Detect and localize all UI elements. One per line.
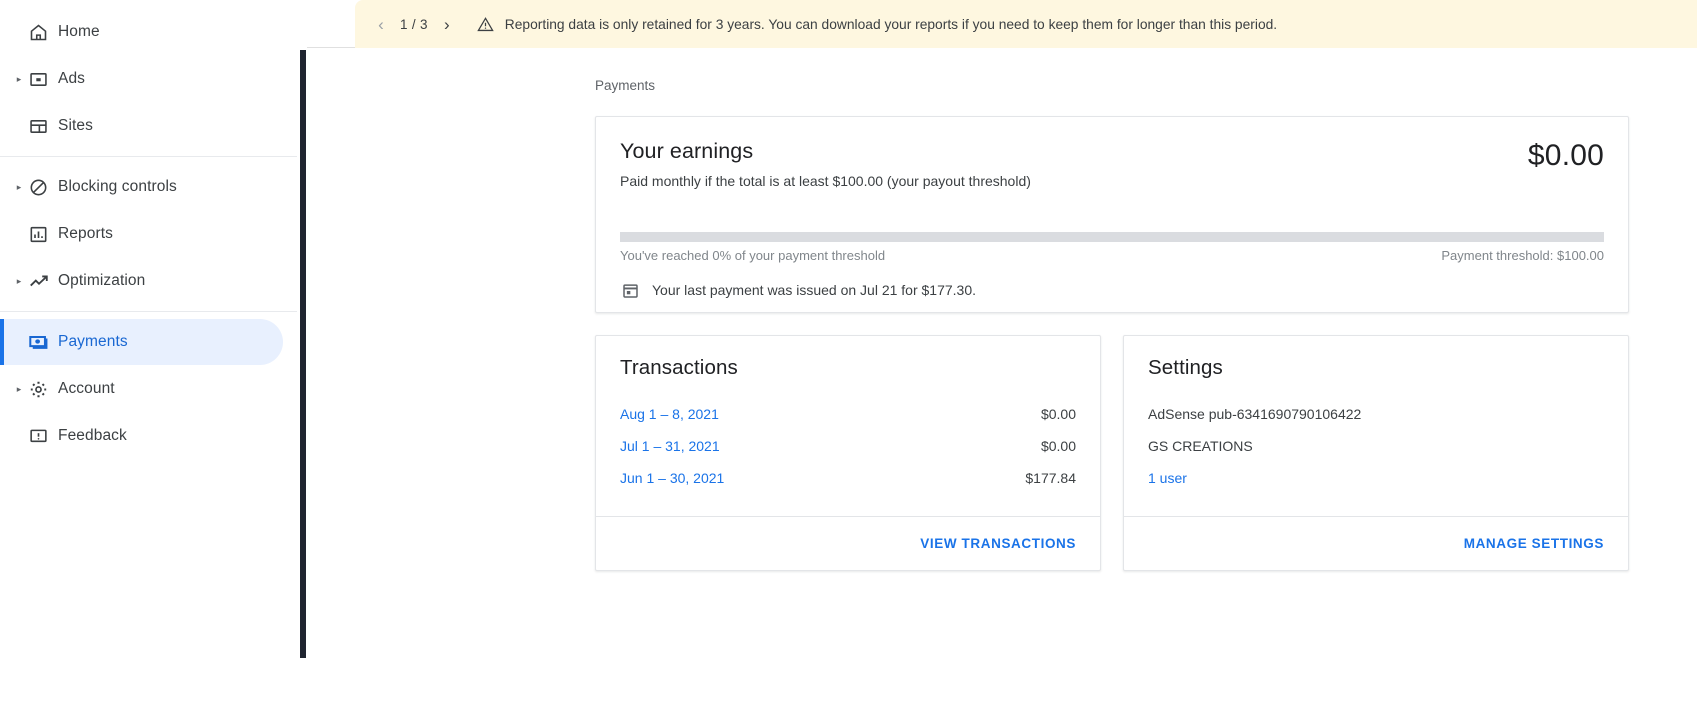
home-icon	[28, 22, 58, 43]
sidebar-item-label: Ads	[58, 70, 86, 87]
calendar-icon	[620, 280, 640, 300]
sidebar-item-blocking-controls[interactable]: ▸ Blocking controls	[0, 164, 283, 210]
table-row[interactable]: Aug 1 – 8, 2021 $0.00	[596, 398, 1100, 430]
sidebar-group-2: ▸ Blocking controls Reports ▸ Optimizati…	[0, 156, 307, 311]
sidebar-item-label: Account	[58, 380, 115, 397]
chevron-right-icon[interactable]: ▸	[10, 182, 28, 192]
banner-next-button[interactable]: ›	[433, 10, 461, 38]
sidebar-scrollbar-thumb[interactable]	[300, 50, 306, 658]
transaction-amount: $0.00	[1040, 438, 1076, 454]
payments-icon	[28, 331, 58, 353]
sidebar-item-home[interactable]: Home	[0, 9, 283, 55]
progress-reached-label: You've reached 0% of your payment thresh…	[620, 248, 886, 263]
sidebar-item-sites[interactable]: Sites	[0, 103, 283, 149]
card-title: Your earnings	[620, 139, 754, 163]
sidebar-group-1: Home ▸ Ads Sites	[0, 2, 307, 156]
settings-list: AdSense pub-6341690790106422 GS CREATION…	[1124, 398, 1628, 494]
transaction-amount: $0.00	[1040, 406, 1076, 422]
account-name: GS CREATIONS	[1148, 438, 1253, 454]
settings-card-footer: MANAGE SETTINGS	[1124, 516, 1628, 570]
table-row[interactable]: Jul 1 – 31, 2021 $0.00	[596, 430, 1100, 462]
progress-threshold-label: Payment threshold: $100.00	[1441, 248, 1604, 263]
chevron-right-icon[interactable]: ▸	[10, 384, 28, 394]
sidebar-item-label: Home	[58, 23, 100, 40]
your-earnings-card: Your earnings Paid monthly if the total …	[595, 116, 1629, 313]
users-link[interactable]: 1 user	[1124, 462, 1628, 494]
banner-prev-button[interactable]: ‹	[367, 10, 395, 38]
transaction-date-link[interactable]: Aug 1 – 8, 2021	[620, 406, 719, 422]
transactions-card: Transactions Aug 1 – 8, 2021 $0.00 Jul 1…	[595, 335, 1101, 571]
sidebar: Home ▸ Ads Sites ▸ Blocking controls Rep…	[0, 0, 307, 709]
card-title: Transactions	[620, 356, 738, 379]
table-row[interactable]: Jun 1 – 30, 2021 $177.84	[596, 462, 1100, 494]
banner-page-indicator: 1 / 3	[400, 16, 428, 32]
sidebar-item-reports[interactable]: Reports	[0, 211, 283, 257]
earnings-subtitle: Paid monthly if the total is at least $1…	[620, 173, 1031, 189]
chevron-right-icon[interactable]: ▸	[10, 276, 28, 286]
notification-banner: ‹ 1 / 3 › Reporting data is only retaine…	[355, 0, 1697, 48]
transaction-amount: $177.84	[1025, 470, 1076, 486]
last-payment-text: Your last payment was issued on Jul 21 f…	[652, 282, 977, 298]
sidebar-item-label: Payments	[58, 333, 128, 350]
sidebar-item-label: Feedback	[58, 427, 127, 444]
publisher-id: AdSense pub-6341690790106422	[1148, 406, 1362, 422]
earnings-amount: $0.00	[1527, 139, 1604, 172]
content-area: ‹ 1 / 3 › Reporting data is only retaine…	[307, 0, 1697, 709]
sidebar-item-payments[interactable]: Payments	[0, 319, 283, 365]
bar-chart-icon	[28, 224, 58, 245]
card-title: Settings	[1148, 356, 1223, 379]
transactions-list: Aug 1 – 8, 2021 $0.00 Jul 1 – 31, 2021 $…	[596, 398, 1100, 494]
warning-triangle-icon	[473, 13, 499, 35]
sidebar-item-label: Reports	[58, 225, 113, 242]
adsense-payments-page: Home ▸ Ads Sites ▸ Blocking controls Rep…	[0, 0, 1697, 709]
settings-card: Settings AdSense pub-6341690790106422 GS…	[1123, 335, 1629, 571]
sidebar-item-account[interactable]: ▸ Account	[0, 366, 283, 412]
block-icon	[28, 177, 58, 198]
sidebar-scrollbar[interactable]	[297, 0, 307, 709]
chevron-right-icon[interactable]: ▸	[10, 74, 28, 84]
last-payment-row: Your last payment was issued on Jul 21 f…	[620, 280, 976, 300]
transactions-card-footer: VIEW TRANSACTIONS	[596, 516, 1100, 570]
ads-icon	[28, 69, 58, 90]
sidebar-item-label: Optimization	[58, 272, 146, 289]
payment-threshold-progress	[620, 232, 1604, 242]
view-transactions-button[interactable]: VIEW TRANSACTIONS	[920, 536, 1076, 551]
sidebar-item-ads[interactable]: ▸ Ads	[0, 56, 283, 102]
sidebar-group-3: Payments ▸ Account Feedback	[0, 311, 307, 466]
trending-up-icon	[28, 270, 58, 292]
sites-icon	[28, 116, 58, 137]
sidebar-item-label: Sites	[58, 117, 93, 134]
breadcrumb: Payments	[595, 78, 656, 93]
gear-icon	[28, 379, 58, 400]
sidebar-item-label: Blocking controls	[58, 178, 177, 195]
manage-settings-button[interactable]: MANAGE SETTINGS	[1464, 536, 1604, 551]
banner-message: Reporting data is only retained for 3 ye…	[504, 16, 1278, 32]
transaction-date-link[interactable]: Jul 1 – 31, 2021	[620, 438, 720, 454]
sidebar-item-feedback[interactable]: Feedback	[0, 413, 283, 459]
feedback-icon	[28, 426, 58, 447]
sidebar-item-optimization[interactable]: ▸ Optimization	[0, 258, 283, 304]
transaction-date-link[interactable]: Jun 1 – 30, 2021	[620, 470, 724, 486]
notification-banner-row: ‹ 1 / 3 › Reporting data is only retaine…	[307, 0, 1697, 48]
